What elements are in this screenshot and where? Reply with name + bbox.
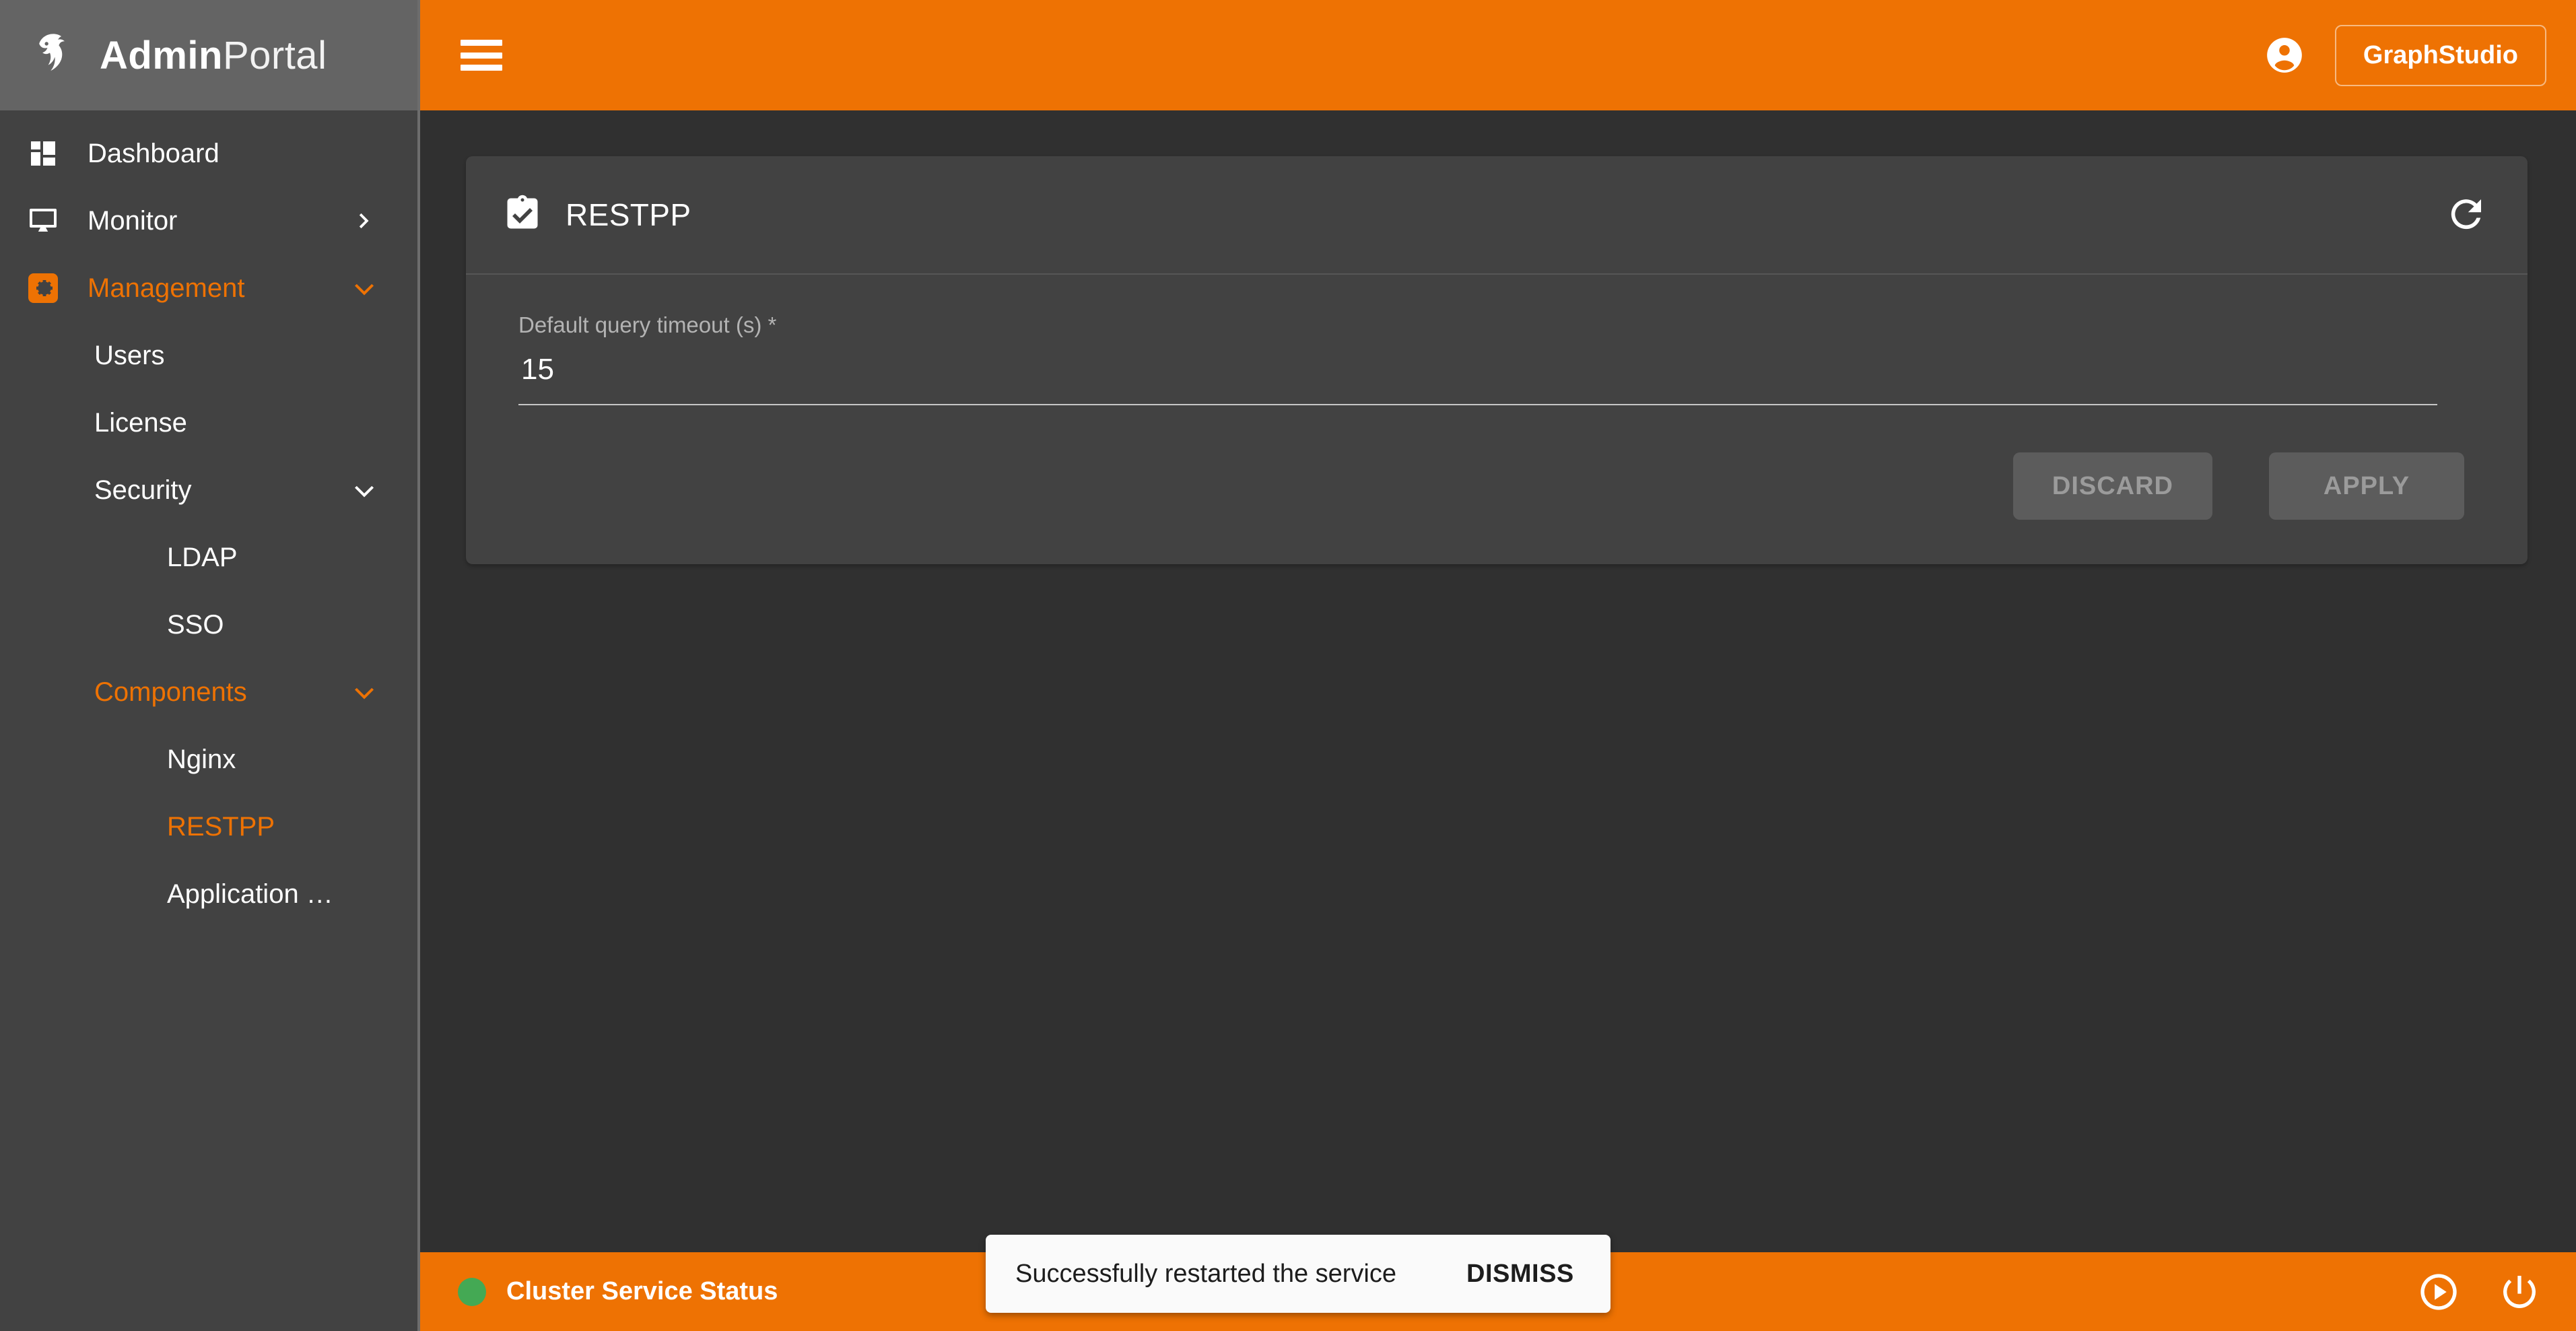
sidebar-item-label: Nginx	[167, 744, 236, 774]
account-circle-icon[interactable]	[2264, 34, 2305, 76]
brand-name: AdminPortal	[100, 33, 327, 78]
sidebar-item-components[interactable]: Components	[0, 658, 417, 726]
service-control-buttons	[2417, 1270, 2541, 1313]
sidebar-nav: Dashboard Monitor Management Users Licen…	[0, 110, 417, 928]
card-body: Default query timeout (s) * DISCARD APPL…	[466, 275, 2528, 564]
play-circle-icon	[2417, 1270, 2460, 1313]
sidebar-item-label: Dashboard	[88, 138, 219, 168]
sidebar-item-dashboard[interactable]: Dashboard	[0, 120, 417, 187]
default-query-timeout-input[interactable]	[518, 353, 2437, 405]
sidebar-item-restpp[interactable]: RESTPP	[0, 793, 417, 860]
top-app-bar: GraphStudio	[420, 0, 2576, 110]
gear-settings-icon	[27, 272, 65, 304]
default-query-timeout-field: Default query timeout (s) *	[518, 312, 2437, 405]
sidebar-item-label: Application Serv…	[167, 879, 349, 909]
brand-logo[interactable]: AdminPortal	[0, 0, 417, 110]
sidebar-item-label: LDAP	[167, 542, 238, 572]
chevron-down-icon[interactable]	[349, 275, 380, 302]
hamburger-bar	[461, 65, 502, 71]
status-indicator-dot	[458, 1277, 486, 1306]
graphstudio-button[interactable]: GraphStudio	[2334, 24, 2546, 86]
sidebar-item-security[interactable]: Security	[0, 456, 417, 524]
hamburger-bar	[461, 52, 502, 59]
chevron-down-icon[interactable]	[349, 679, 380, 706]
sidebar-item-sso[interactable]: SSO	[0, 591, 417, 658]
restart-service-button[interactable]	[2441, 190, 2491, 240]
sidebar-item-label: Security	[94, 475, 192, 505]
restpp-settings-card: RESTPP Default query timeout (s) * DI	[466, 156, 2528, 564]
power-off-icon	[2498, 1270, 2541, 1313]
cluster-service-status[interactable]: Cluster Service Status	[458, 1277, 778, 1306]
main-area: GraphStudio RESTPP Default query timeout…	[420, 0, 2576, 1331]
monitor-display-icon	[27, 205, 65, 237]
card-actions: DISCARD APPLY	[518, 452, 2475, 520]
field-label: Default query timeout (s) *	[518, 312, 777, 337]
clipboard-check-icon	[502, 193, 543, 237]
cluster-service-status-label: Cluster Service Status	[506, 1277, 778, 1305]
top-app-bar-actions: GraphStudio	[2264, 24, 2546, 86]
card-title: RESTPP	[566, 197, 691, 232]
brand-name-bold: Admin	[100, 33, 223, 77]
sidebar-item-management[interactable]: Management	[0, 254, 417, 322]
snackbar-dismiss-button[interactable]: DISMISS	[1466, 1260, 1574, 1289]
sidebar-item-ldap[interactable]: LDAP	[0, 524, 417, 591]
sidebar-item-license[interactable]: License	[0, 389, 417, 456]
sidebar-item-label: RESTPP	[167, 811, 275, 842]
sidebar-item-users[interactable]: Users	[0, 322, 417, 389]
discard-button[interactable]: DISCARD	[2012, 452, 2212, 520]
sidebar-item-label: SSO	[167, 609, 224, 640]
page-content: RESTPP Default query timeout (s) * DI	[420, 110, 2576, 1252]
snackbar: Successfully restarted the service DISMI…	[986, 1235, 1611, 1313]
sidebar-item-monitor[interactable]: Monitor	[0, 187, 417, 254]
apply-button[interactable]: APPLY	[2269, 452, 2464, 520]
sidebar-item-label: Monitor	[88, 205, 178, 236]
hamburger-menu-icon[interactable]	[461, 40, 502, 71]
stop-service-button[interactable]	[2498, 1270, 2541, 1313]
snackbar-message: Successfully restarted the service	[1015, 1259, 1397, 1288]
admin-portal-app: AdminPortal Dashboard Monitor Management…	[0, 0, 2576, 1331]
sidebar-item-label: Components	[94, 677, 247, 707]
sidebar-item-application-server[interactable]: Application Serv…	[0, 860, 417, 928]
sidebar: AdminPortal Dashboard Monitor Management…	[0, 0, 420, 1331]
sidebar-item-nginx[interactable]: Nginx	[0, 726, 417, 793]
hamburger-bar	[461, 40, 502, 46]
sidebar-item-label: Users	[94, 340, 165, 370]
card-header: RESTPP	[466, 156, 2528, 275]
chevron-down-icon[interactable]	[349, 477, 380, 504]
card-header-left: RESTPP	[502, 193, 691, 237]
dashboard-grid-icon	[27, 137, 65, 170]
brand-name-light: Portal	[222, 33, 327, 77]
sidebar-item-label: License	[94, 407, 187, 438]
sidebar-item-label: Management	[88, 273, 245, 303]
tiger-head-logo-icon	[31, 29, 83, 81]
start-service-button[interactable]	[2417, 1270, 2460, 1313]
chevron-right-icon[interactable]	[349, 207, 380, 234]
refresh-restart-icon	[2444, 192, 2488, 238]
